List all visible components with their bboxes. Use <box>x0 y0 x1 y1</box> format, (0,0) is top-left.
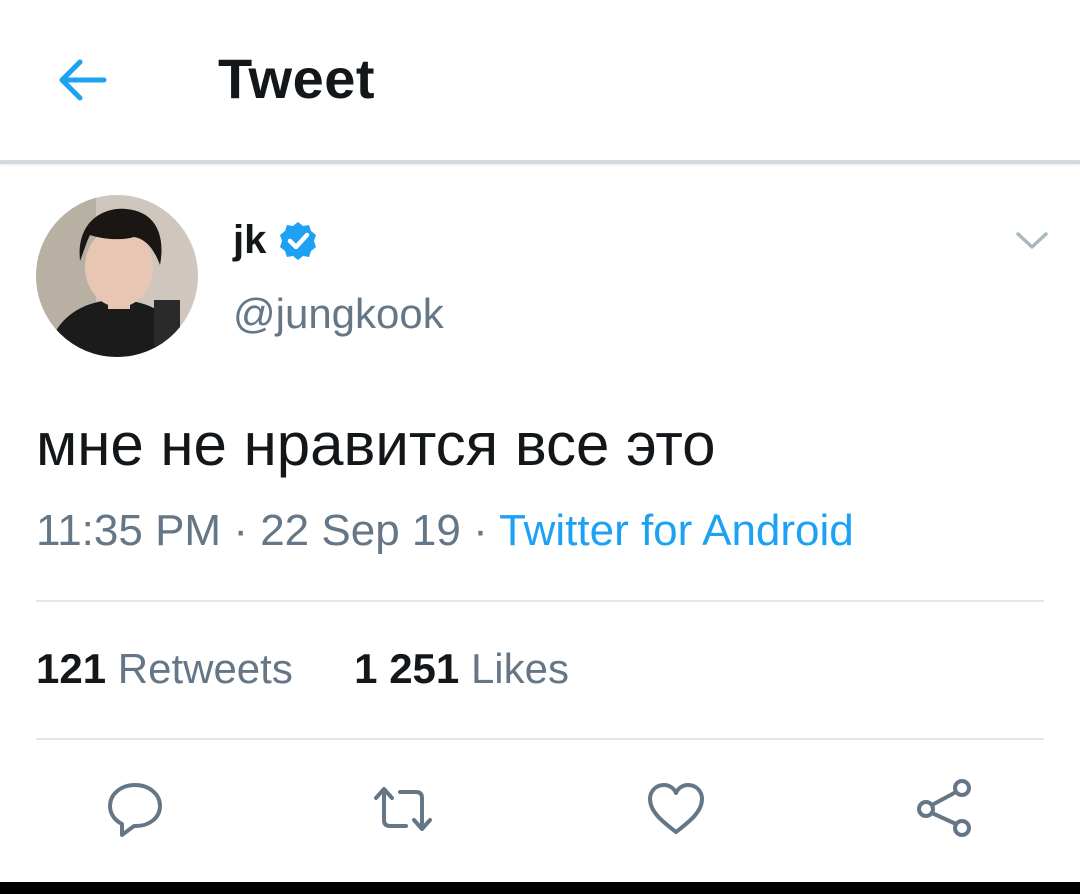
divider <box>36 600 1044 602</box>
tweet-date: 22 Sep 19 <box>260 506 461 555</box>
retweets-count: 121 <box>36 645 107 692</box>
divider <box>36 738 1044 740</box>
retweet-icon <box>374 787 432 831</box>
share-icon <box>917 779 971 837</box>
likes-stat[interactable]: 1 251 Likes <box>354 645 569 692</box>
verified-badge-icon <box>280 221 317 260</box>
author-name-row[interactable]: jk <box>233 218 320 263</box>
heart-icon <box>648 783 704 834</box>
author-handle[interactable]: @jungkook <box>233 290 444 338</box>
page-title: Tweet <box>218 47 376 110</box>
header-divider <box>0 160 1080 164</box>
share-button[interactable] <box>912 776 978 842</box>
reply-button[interactable] <box>102 776 168 842</box>
meta-separator: · <box>233 506 248 555</box>
like-button[interactable] <box>643 776 709 842</box>
retweets-stat[interactable]: 121 Retweets <box>36 645 305 692</box>
retweets-label: Retweets <box>117 645 293 692</box>
meta-separator: · <box>473 506 488 555</box>
likes-label: Likes <box>470 645 570 692</box>
tweet-meta: 11:35 PM · 22 Sep 19 · Twitter for Andro… <box>36 506 854 556</box>
tweet-stats: 121 Retweets 1 251 Likes <box>36 645 569 693</box>
arrow-left-icon <box>59 59 107 101</box>
retweet-button[interactable] <box>370 776 436 842</box>
chevron-down-icon <box>1016 232 1048 249</box>
reply-icon <box>108 783 162 837</box>
tweet-source-link[interactable]: Twitter for Android <box>499 506 854 555</box>
system-nav-bar <box>0 882 1080 894</box>
back-button[interactable] <box>52 48 116 112</box>
tweet-time: 11:35 PM <box>36 506 222 555</box>
likes-count: 1 251 <box>354 645 460 692</box>
top-app-bar: Tweet <box>0 0 1080 162</box>
avatar-photo <box>36 195 198 357</box>
tweet-text: мне не нравится все это <box>36 411 716 478</box>
display-name: jk <box>233 218 267 262</box>
avatar[interactable] <box>36 195 198 357</box>
tweet-menu-button[interactable] <box>1010 222 1054 258</box>
